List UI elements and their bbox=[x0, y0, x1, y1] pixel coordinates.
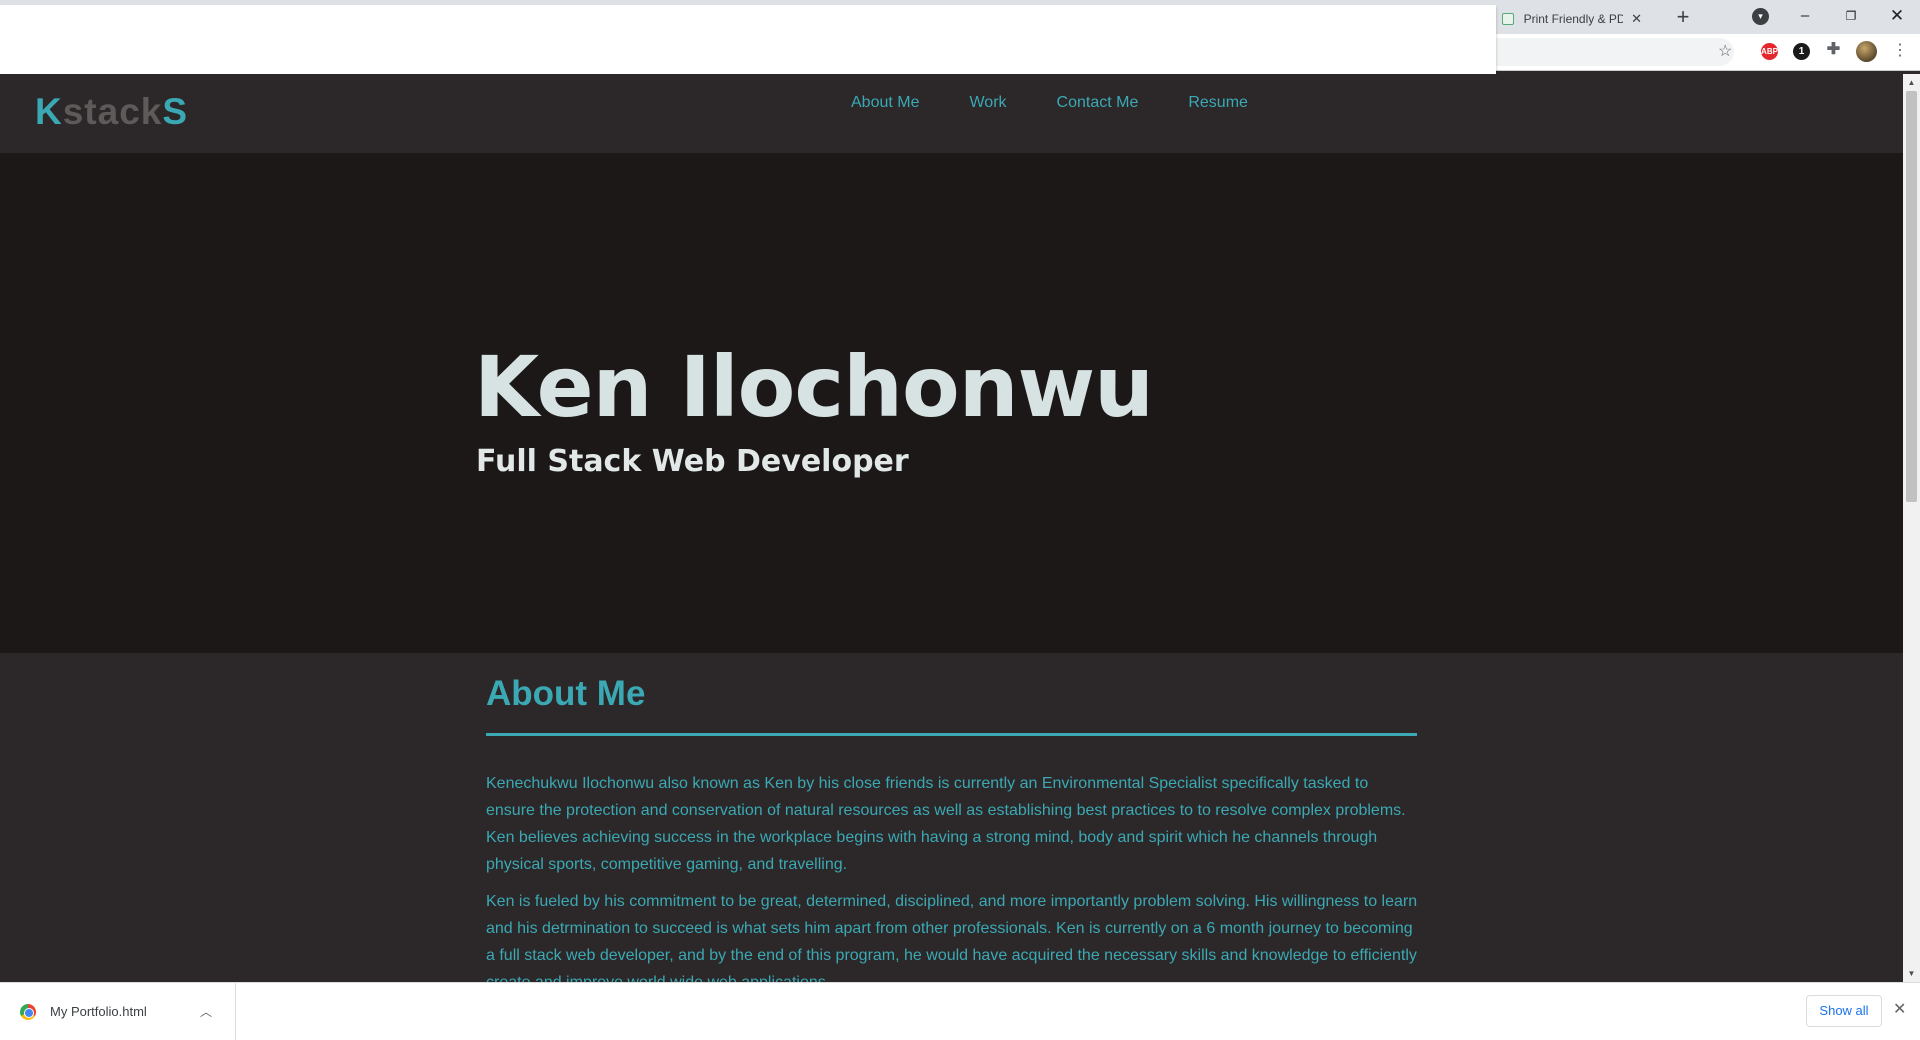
page-viewport: KstackS About Me Work Contact Me Resume … bbox=[0, 74, 1903, 982]
chevron-up-icon[interactable]: ︿ bbox=[200, 1003, 212, 1020]
profile-avatar[interactable] bbox=[1856, 41, 1877, 62]
overlay-panel bbox=[0, 5, 1496, 74]
browser-tab[interactable]: Print Friendly & PD ✕ bbox=[1494, 4, 1650, 34]
about-divider bbox=[486, 733, 1417, 736]
nav-resume[interactable]: Resume bbox=[1188, 94, 1248, 112]
page-scrollbar[interactable]: ▲ ▼ bbox=[1903, 74, 1920, 982]
minimize-button[interactable]: – bbox=[1782, 2, 1828, 30]
adblock-extension-icon[interactable]: ABP bbox=[1761, 43, 1778, 60]
nav-work[interactable]: Work bbox=[969, 94, 1006, 112]
new-tab-button[interactable]: + bbox=[1670, 5, 1696, 31]
extensions-puzzle-icon[interactable]: ✚ bbox=[1825, 41, 1842, 58]
hero-section: Ken Ilochonwu Full Stack Web Developer bbox=[0, 153, 1903, 653]
scroll-thumb[interactable] bbox=[1906, 91, 1917, 502]
nav-about-me[interactable]: About Me bbox=[851, 94, 919, 112]
tab-title: Print Friendly & PD bbox=[1523, 12, 1624, 26]
close-icon[interactable]: ✕ bbox=[1893, 999, 1906, 1019]
about-heading: About Me bbox=[486, 674, 646, 713]
tab-search-icon[interactable]: ▾ bbox=[1752, 8, 1769, 25]
download-item[interactable]: My Portfolio.html ︿ bbox=[0, 983, 236, 1040]
logo-letter-s: S bbox=[162, 91, 189, 132]
hero-subtitle: Full Stack Web Developer bbox=[476, 444, 909, 479]
tab-favicon-icon bbox=[1502, 13, 1514, 25]
site-logo[interactable]: KstackS bbox=[35, 91, 188, 133]
close-window-button[interactable]: ✕ bbox=[1874, 2, 1920, 30]
restore-button[interactable]: ❐ bbox=[1828, 2, 1874, 30]
address-bar[interactable] bbox=[1494, 38, 1734, 66]
about-paragraph: Ken is fueled by his commitment to be gr… bbox=[486, 893, 1418, 982]
nav-links: About Me Work Contact Me Resume bbox=[851, 94, 1248, 112]
password-manager-extension-icon[interactable]: 1 bbox=[1793, 43, 1810, 60]
about-paragraph: Kenechukwu Ilochonwu also known as Ken b… bbox=[486, 775, 1406, 873]
about-section: About Me Kenechukwu Ilochonwu also known… bbox=[0, 653, 1903, 982]
scroll-down-arrow-icon[interactable]: ▼ bbox=[1903, 965, 1920, 982]
download-file-name: My Portfolio.html bbox=[50, 1004, 147, 1019]
show-all-button[interactable]: Show all bbox=[1806, 995, 1882, 1027]
chrome-file-icon bbox=[20, 1003, 36, 1020]
bookmark-star-icon[interactable]: ☆ bbox=[1718, 41, 1732, 61]
hero-name: Ken Ilochonwu bbox=[474, 338, 1154, 436]
tab-close-icon[interactable]: ✕ bbox=[1631, 11, 1642, 27]
logo-word-stack: stack bbox=[62, 91, 163, 132]
logo-letter-k: K bbox=[35, 91, 63, 132]
nav-contact-me[interactable]: Contact Me bbox=[1057, 94, 1139, 112]
browser-menu-icon[interactable]: ⋮ bbox=[1892, 40, 1908, 60]
site-navbar: KstackS About Me Work Contact Me Resume bbox=[0, 74, 1903, 153]
scroll-up-arrow-icon[interactable]: ▲ bbox=[1903, 74, 1920, 91]
download-shelf: My Portfolio.html ︿ Show all ✕ bbox=[0, 982, 1920, 1040]
